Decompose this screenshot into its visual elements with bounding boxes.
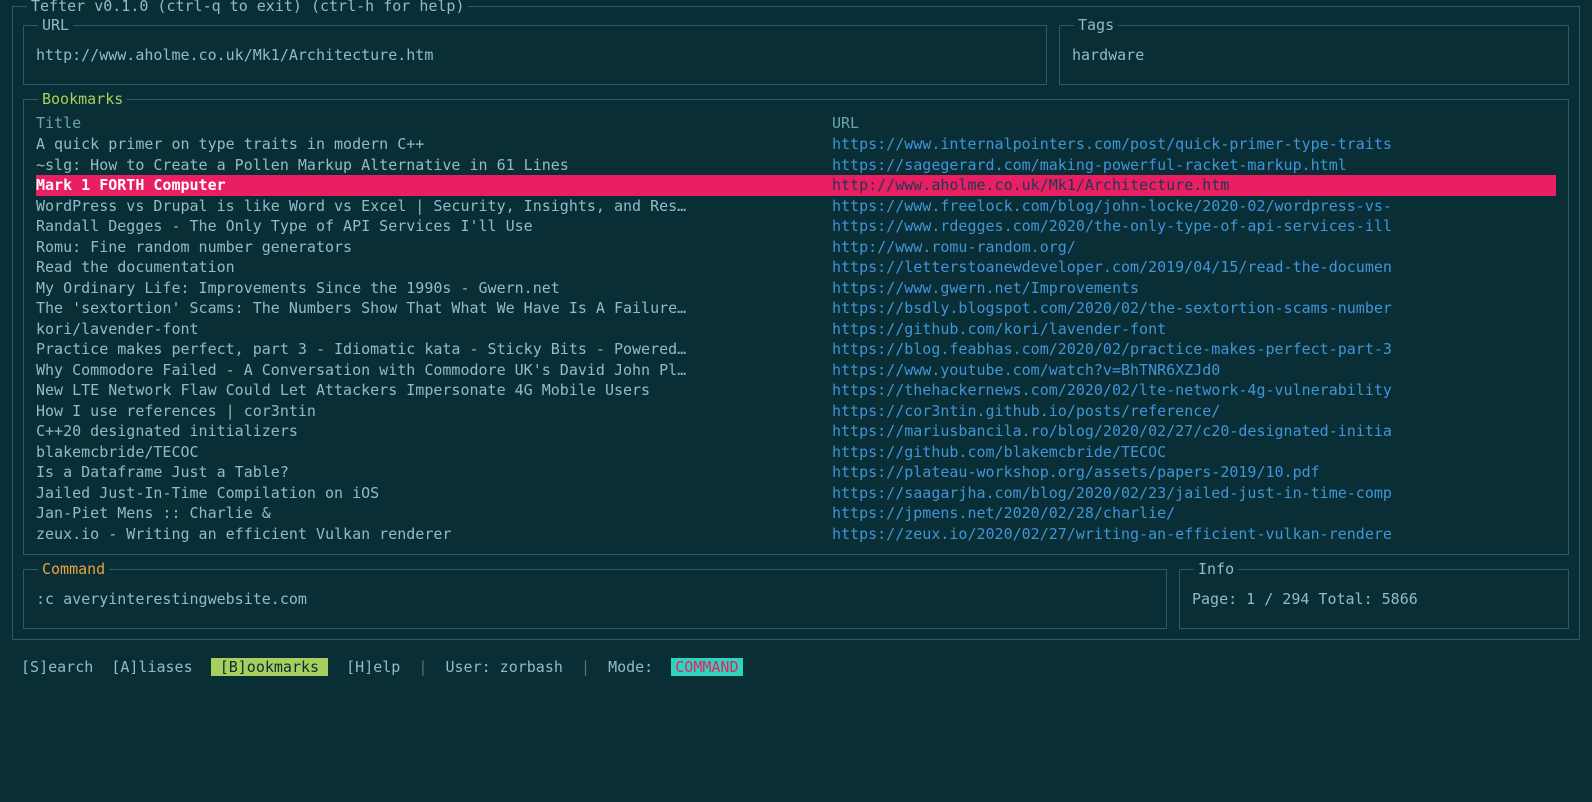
bookmark-title: Mark 1 FORTH Computer [36, 175, 832, 196]
bookmark-url: https://jpmens.net/2020/02/28/charlie/ [832, 503, 1556, 524]
bookmark-url: https://mariusbancila.ro/blog/2020/02/27… [832, 421, 1556, 442]
bookmark-row[interactable]: Is a Dataframe Just a Table?https://plat… [36, 462, 1556, 483]
bookmark-url: https://bsdly.blogspot.com/2020/02/the-s… [832, 298, 1556, 319]
bookmark-row[interactable]: A quick primer on type traits in modern … [36, 134, 1556, 155]
info-label: Info [1194, 560, 1238, 578]
bookmark-row[interactable]: Randall Degges - The Only Type of API Se… [36, 216, 1556, 237]
bookmark-row[interactable]: WordPress vs Drupal is like Word vs Exce… [36, 196, 1556, 217]
info-panel: Info Page: 1 / 294 Total: 5866 [1179, 569, 1569, 629]
bookmark-title: kori/lavender-font [36, 319, 832, 340]
bookmark-row[interactable]: The 'sextortion' Scams: The Numbers Show… [36, 298, 1556, 319]
bottom-row: Command :c averyinterestingwebsite.com I… [23, 569, 1569, 629]
bookmark-row[interactable]: kori/lavender-fonthttps://github.com/kor… [36, 319, 1556, 340]
bookmark-row[interactable]: My Ordinary Life: Improvements Since the… [36, 278, 1556, 299]
bookmark-title: New LTE Network Flaw Could Let Attackers… [36, 380, 832, 401]
bookmark-row[interactable]: zeux.io - Writing an efficient Vulkan re… [36, 524, 1556, 545]
separator: | [581, 658, 590, 676]
bookmark-url: https://www.freelock.com/blog/john-locke… [832, 196, 1556, 217]
command-panel: Command :c averyinterestingwebsite.com [23, 569, 1167, 629]
url-label: URL [38, 16, 73, 34]
bookmark-title: The 'sextortion' Scams: The Numbers Show… [36, 298, 832, 319]
bookmark-title: Is a Dataframe Just a Table? [36, 462, 832, 483]
bookmark-row[interactable]: ~slg: How to Create a Pollen Markup Alte… [36, 155, 1556, 176]
bookmark-url: https://www.rdegges.com/2020/the-only-ty… [832, 216, 1556, 237]
bookmark-title: zeux.io - Writing an efficient Vulkan re… [36, 524, 832, 545]
bookmark-url: https://plateau-workshop.org/assets/pape… [832, 462, 1556, 483]
tab-bookmarks[interactable]: [B]ookmarks [211, 658, 328, 676]
bookmark-title: A quick primer on type traits in modern … [36, 134, 832, 155]
bookmark-title: Why Commodore Failed - A Conversation wi… [36, 360, 832, 381]
user-label: User: zorbash [446, 658, 563, 676]
bookmark-title: Romu: Fine random number generators [36, 237, 832, 258]
bookmark-title: Jan-Piet Mens :: Charlie & [36, 503, 832, 524]
bookmark-title: ~slg: How to Create a Pollen Markup Alte… [36, 155, 832, 176]
bookmark-url: http://www.aholme.co.uk/Mk1/Architecture… [832, 175, 1556, 196]
bookmark-url: https://saagarjha.com/blog/2020/02/23/ja… [832, 483, 1556, 504]
bookmarks-header: Title URL [36, 114, 1556, 132]
tab-help[interactable]: [H]elp [346, 658, 400, 676]
bookmark-title: C++20 designated initializers [36, 421, 832, 442]
mode-value: COMMAND [671, 658, 742, 676]
top-row: URL http://www.aholme.co.uk/Mk1/Architec… [23, 25, 1569, 85]
tags-label: Tags [1074, 16, 1118, 34]
url-panel: URL http://www.aholme.co.uk/Mk1/Architec… [23, 25, 1047, 85]
bookmark-title: Randall Degges - The Only Type of API Se… [36, 216, 832, 237]
bookmark-title: Jailed Just-In-Time Compilation on iOS [36, 483, 832, 504]
bookmark-title: My Ordinary Life: Improvements Since the… [36, 278, 832, 299]
bookmark-row[interactable]: Romu: Fine random number generatorshttp:… [36, 237, 1556, 258]
tab-aliases[interactable]: [A]liases [111, 658, 192, 676]
bookmark-url: https://cor3ntin.github.io/posts/referen… [832, 401, 1556, 422]
header-url: URL [832, 114, 1556, 132]
bookmark-row[interactable]: Read the documentationhttps://letterstoa… [36, 257, 1556, 278]
tab-search[interactable]: [S]earch [21, 658, 93, 676]
mode-label: Mode: [608, 658, 653, 676]
statusbar: [S]earch [A]liases [B]ookmarks [H]elp | … [12, 658, 1580, 676]
command-input[interactable]: :c averyinterestingwebsite.com [36, 590, 1154, 608]
bookmark-row[interactable]: Why Commodore Failed - A Conversation wi… [36, 360, 1556, 381]
bookmark-url: https://www.internalpointers.com/post/qu… [832, 134, 1556, 155]
url-value[interactable]: http://www.aholme.co.uk/Mk1/Architecture… [36, 46, 1034, 64]
tags-panel: Tags hardware [1059, 25, 1569, 85]
tags-value[interactable]: hardware [1072, 46, 1556, 64]
app-frame: Tefter v0.1.0 (ctrl-q to exit) (ctrl-h f… [12, 6, 1580, 640]
bookmark-row[interactable]: Mark 1 FORTH Computerhttp://www.aholme.c… [36, 175, 1556, 196]
bookmark-row[interactable]: Jailed Just-In-Time Compilation on iOSht… [36, 483, 1556, 504]
bookmark-row[interactable]: C++20 designated initializershttps://mar… [36, 421, 1556, 442]
bookmark-url: https://github.com/kori/lavender-font [832, 319, 1556, 340]
separator: | [418, 658, 427, 676]
bookmark-url: https://sagegerard.com/making-powerful-r… [832, 155, 1556, 176]
bookmark-title: Practice makes perfect, part 3 - Idiomat… [36, 339, 832, 360]
bookmark-row[interactable]: How I use references | cor3ntinhttps://c… [36, 401, 1556, 422]
bookmark-url: http://www.romu-random.org/ [832, 237, 1556, 258]
bookmark-row[interactable]: Practice makes perfect, part 3 - Idiomat… [36, 339, 1556, 360]
bookmark-title: WordPress vs Drupal is like Word vs Exce… [36, 196, 832, 217]
bookmarks-rows: A quick primer on type traits in modern … [36, 134, 1556, 544]
bookmark-url: https://blog.feabhas.com/2020/02/practic… [832, 339, 1556, 360]
bookmark-title: Read the documentation [36, 257, 832, 278]
bookmark-url: https://github.com/blakemcbride/TECOC [832, 442, 1556, 463]
bookmark-url: https://letterstoanewdeveloper.com/2019/… [832, 257, 1556, 278]
info-value: Page: 1 / 294 Total: 5866 [1192, 590, 1556, 608]
bookmark-url: https://zeux.io/2020/02/27/writing-an-ef… [832, 524, 1556, 545]
bookmark-url: https://www.gwern.net/Improvements [832, 278, 1556, 299]
header-title: Title [36, 114, 832, 132]
bookmark-title: blakemcbride/TECOC [36, 442, 832, 463]
bookmark-row[interactable]: Jan-Piet Mens :: Charlie &https://jpmens… [36, 503, 1556, 524]
bookmarks-panel: Bookmarks Title URL A quick primer on ty… [23, 99, 1569, 555]
bookmark-url: https://thehackernews.com/2020/02/lte-ne… [832, 380, 1556, 401]
bookmarks-label: Bookmarks [38, 90, 127, 108]
bookmark-url: https://www.youtube.com/watch?v=BhTNR6XZ… [832, 360, 1556, 381]
bookmark-row[interactable]: New LTE Network Flaw Could Let Attackers… [36, 380, 1556, 401]
bookmark-title: How I use references | cor3ntin [36, 401, 832, 422]
app-title: Tefter v0.1.0 (ctrl-q to exit) (ctrl-h f… [27, 0, 468, 15]
bookmark-row[interactable]: blakemcbride/TECOChttps://github.com/bla… [36, 442, 1556, 463]
command-label: Command [38, 560, 109, 578]
